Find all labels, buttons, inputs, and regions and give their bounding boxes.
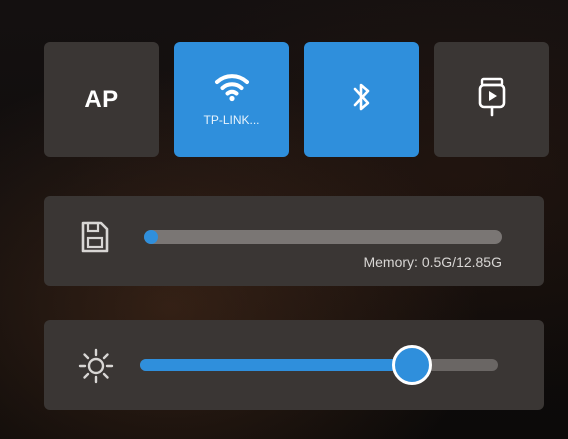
brightness-panel (44, 320, 544, 410)
status-bar (30, 10, 538, 30)
memory-usage-label: Memory: 0.5G/12.85G (363, 254, 502, 270)
quick-toggles: AP TP-LINK... (44, 42, 549, 157)
wifi-ssid-label: TP-LINK... (203, 113, 260, 127)
wifi-icon (214, 72, 250, 107)
wifi-toggle-button[interactable]: TP-LINK... (174, 42, 289, 157)
bluetooth-toggle-button[interactable] (304, 42, 419, 157)
sd-card-icon (80, 220, 110, 259)
brightness-slider[interactable] (140, 345, 498, 385)
memory-panel: Memory: 0.5G/12.85G (44, 196, 544, 286)
memory-usage-fill (144, 230, 158, 244)
camera-stream-button[interactable] (434, 42, 549, 157)
brightness-slider-thumb[interactable] (392, 345, 433, 385)
brightness-slider-fill (140, 359, 413, 371)
bluetooth-icon (352, 80, 372, 119)
sun-icon (78, 348, 114, 389)
control-center: AP TP-LINK... Memory: 0.5G/12.85G (0, 0, 568, 439)
ap-toggle-button[interactable]: AP (44, 42, 159, 157)
camera-stream-icon (477, 77, 507, 122)
memory-usage-bar (144, 230, 502, 244)
ap-label: AP (84, 85, 119, 113)
